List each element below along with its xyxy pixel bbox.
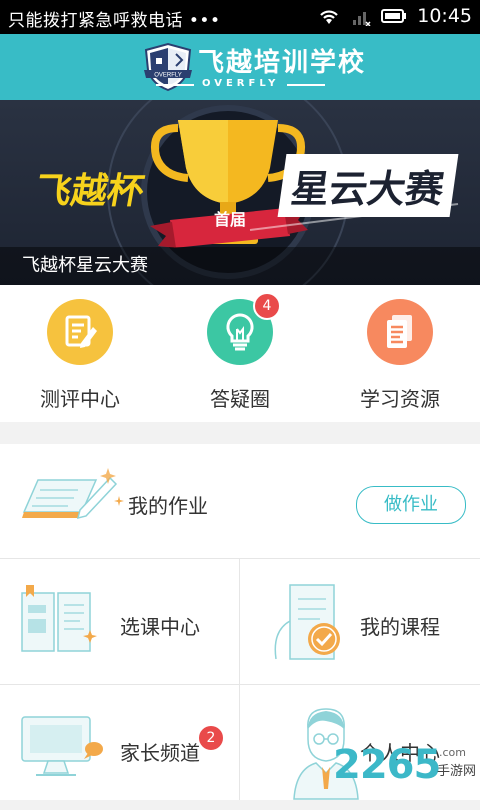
grid-item-course-selection[interactable]: 选课中心 bbox=[0, 559, 239, 684]
homework-label: 我的作业 bbox=[128, 494, 208, 518]
banner-art-left-text: 飞越杯 bbox=[31, 170, 148, 212]
wifi-icon bbox=[320, 10, 339, 24]
grid-item-my-courses[interactable]: 我的课程 bbox=[240, 559, 479, 684]
documents-icon bbox=[387, 315, 412, 348]
promo-banner[interactable]: 飞越杯 星云大赛 首届 飞越杯星云大赛 bbox=[0, 100, 480, 285]
clock-time: 10:45 bbox=[417, 5, 472, 27]
grid-item-parents-channel[interactable]: 2 家长频道 bbox=[0, 685, 239, 810]
quick-label-qa: 答疑圈 bbox=[210, 387, 270, 411]
brand-subtitle: OVERFLY bbox=[155, 78, 327, 89]
quick-menu: 测评中心 4 答疑圈 学习资源 bbox=[0, 285, 480, 422]
do-homework-button[interactable]: 做作业 bbox=[356, 486, 466, 524]
banner-caption: 飞越杯星云大赛 bbox=[22, 255, 148, 276]
qa-notification-badge: 4 bbox=[253, 292, 281, 320]
pencil-note-icon bbox=[65, 315, 97, 348]
open-book-icon bbox=[21, 585, 97, 652]
status-icons: 10:45 bbox=[317, 5, 472, 27]
quick-label-resources: 学习资源 bbox=[360, 387, 440, 411]
app-header: OVERFLY 飞越培训学校 OVERFLY bbox=[0, 34, 480, 100]
watermark-suffix: .com bbox=[439, 746, 466, 759]
homework-paper-pencil-icon bbox=[22, 468, 124, 520]
quick-item-qa[interactable]: 4 答疑圈 bbox=[160, 285, 320, 422]
svg-text:OVERFLY: OVERFLY bbox=[154, 73, 182, 79]
quick-item-resources[interactable]: 学习资源 bbox=[320, 285, 480, 422]
banner-art-right-text: 星云大赛 bbox=[277, 154, 459, 217]
watermark-number: 2265 bbox=[333, 742, 441, 788]
signal-icon bbox=[353, 12, 371, 26]
quick-label-assessment: 测评中心 bbox=[40, 387, 120, 411]
quick-item-assessment[interactable]: 测评中心 bbox=[0, 285, 160, 422]
grid-label-course-selection: 选课中心 bbox=[120, 615, 200, 639]
parents-notification-badge: 2 bbox=[197, 724, 225, 752]
monitor-chat-icon bbox=[21, 716, 103, 776]
banner-art-ribbon-text: 首届 bbox=[214, 210, 247, 229]
site-watermark: 2265 .com 手游网 bbox=[333, 742, 479, 796]
course-certificate-icon bbox=[274, 584, 340, 660]
battery-icon bbox=[381, 9, 407, 23]
grid-label-parents-channel: 家长频道 bbox=[120, 741, 200, 765]
grid-label-my-courses: 我的课程 bbox=[360, 615, 440, 639]
watermark-site: 手游网 bbox=[437, 764, 477, 779]
carrier-text: 只能拨打紧急呼救电话 ••• bbox=[8, 11, 221, 31]
school-name: 飞越培训学校 bbox=[198, 48, 367, 78]
status-bar: 只能拨打紧急呼救电话 ••• 10:45 bbox=[0, 0, 480, 34]
